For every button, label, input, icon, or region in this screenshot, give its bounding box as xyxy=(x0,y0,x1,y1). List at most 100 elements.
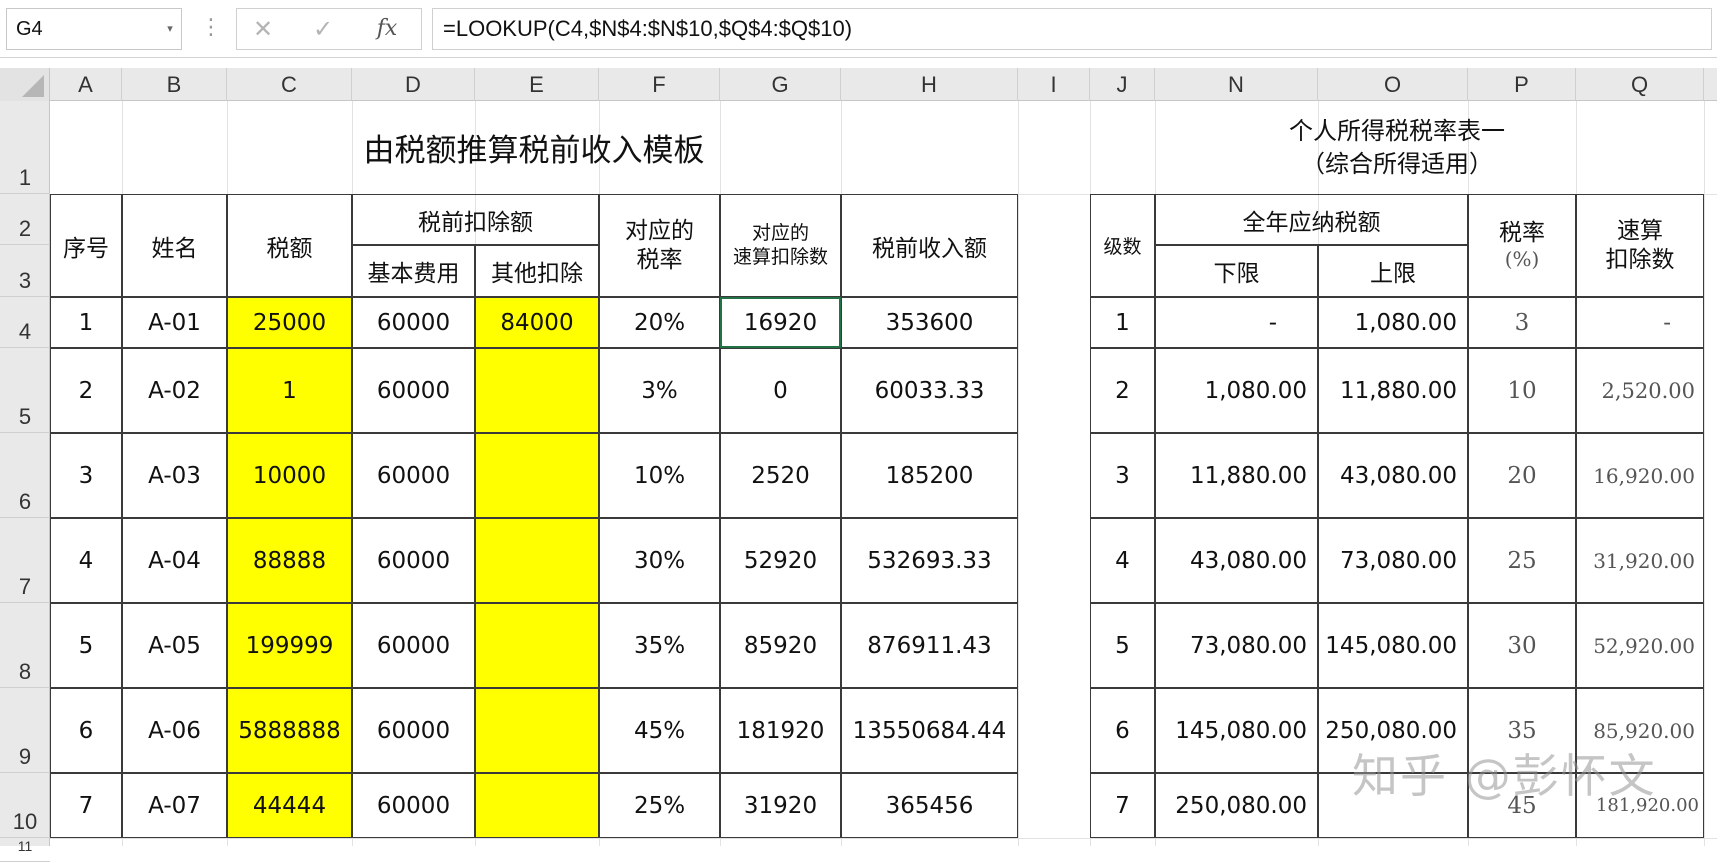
cell-income[interactable]: 60033.33 xyxy=(841,348,1018,433)
column-header-n[interactable]: N xyxy=(1155,68,1318,101)
cell-rate[interactable]: 3 xyxy=(1468,297,1576,348)
cell-lower[interactable]: 73,080.00 xyxy=(1155,603,1318,688)
column-header-f[interactable]: F xyxy=(599,68,720,101)
cell-level[interactable]: 1 xyxy=(1090,297,1155,348)
cell-lower[interactable]: 43,080.00 xyxy=(1155,518,1318,603)
cell-quick[interactable]: 85920 xyxy=(720,603,841,688)
cell-rate[interactable]: 25 xyxy=(1468,518,1576,603)
row-header-2[interactable]: 2 xyxy=(0,194,50,245)
cell-level[interactable]: 5 xyxy=(1090,603,1155,688)
column-header-e[interactable]: E xyxy=(475,68,599,101)
cell-level[interactable]: 4 xyxy=(1090,518,1155,603)
cell-name[interactable]: A-04 xyxy=(122,518,227,603)
cell-quick[interactable]: 31,920.00 xyxy=(1576,518,1704,603)
cell-rate[interactable]: 10% xyxy=(599,433,720,518)
cell-quick[interactable]: 52,920.00 xyxy=(1576,603,1704,688)
name-box-dropdown-icon[interactable]: ▾ xyxy=(160,8,180,50)
cell-seq[interactable]: 4 xyxy=(50,518,122,603)
row-header-6[interactable]: 6 xyxy=(0,433,50,518)
cell-rate[interactable]: 30% xyxy=(599,518,720,603)
cell-rate[interactable]: 45% xyxy=(599,688,720,773)
row-header-11[interactable]: 11 xyxy=(0,838,50,862)
column-header-o[interactable]: O xyxy=(1318,68,1468,101)
cell-income[interactable]: 13550684.44 xyxy=(841,688,1018,773)
cell-other[interactable] xyxy=(475,773,599,838)
row-header-10[interactable]: 10 xyxy=(0,773,50,838)
cell-income[interactable]: 185200 xyxy=(841,433,1018,518)
cell-level[interactable]: 7 xyxy=(1090,773,1155,838)
column-header-b[interactable]: B xyxy=(122,68,227,101)
cell-quick[interactable]: 52920 xyxy=(720,518,841,603)
cell-seq[interactable]: 6 xyxy=(50,688,122,773)
cell-level[interactable]: 6 xyxy=(1090,688,1155,773)
cell-lower[interactable]: 250,080.00 xyxy=(1155,773,1318,838)
cell-lower[interactable]: - xyxy=(1155,297,1318,348)
cell-rate[interactable]: 3% xyxy=(599,348,720,433)
cell-rate[interactable]: 25% xyxy=(599,773,720,838)
cell-rate[interactable]: 30 xyxy=(1468,603,1576,688)
name-box[interactable]: G4 xyxy=(6,8,182,50)
cell-seq[interactable]: 5 xyxy=(50,603,122,688)
cell-other[interactable] xyxy=(475,603,599,688)
cell-basic[interactable]: 60000 xyxy=(352,297,475,348)
cell-quick[interactable]: 2520 xyxy=(720,433,841,518)
cell-name[interactable]: A-06 xyxy=(122,688,227,773)
cell-other[interactable]: 84000 xyxy=(475,297,599,348)
cell-other[interactable] xyxy=(475,348,599,433)
cell-tax[interactable]: 88888 xyxy=(227,518,352,603)
cell-tax[interactable]: 10000 xyxy=(227,433,352,518)
cell-basic[interactable]: 60000 xyxy=(352,603,475,688)
cancel-icon[interactable]: ✕ xyxy=(243,9,283,49)
enter-icon[interactable]: ✓ xyxy=(303,9,343,49)
cell-basic[interactable]: 60000 xyxy=(352,518,475,603)
row-header-1[interactable]: 1 xyxy=(0,101,50,194)
cell-tax[interactable]: 25000 xyxy=(227,297,352,348)
cell-upper[interactable]: 73,080.00 xyxy=(1318,518,1468,603)
insert-function-icon[interactable]: fx xyxy=(367,9,407,49)
column-header-c[interactable]: C xyxy=(227,68,352,101)
column-header-i[interactable]: I xyxy=(1018,68,1090,101)
column-header-d[interactable]: D xyxy=(352,68,475,101)
cell-upper[interactable]: 11,880.00 xyxy=(1318,348,1468,433)
cell-basic[interactable]: 60000 xyxy=(352,433,475,518)
row-header-5[interactable]: 5 xyxy=(0,348,50,433)
cell-name[interactable]: A-02 xyxy=(122,348,227,433)
row-header-7[interactable]: 7 xyxy=(0,518,50,603)
formula-bar-resize-handle-icon[interactable]: ⋮ xyxy=(200,8,222,50)
cell-income[interactable]: 532693.33 xyxy=(841,518,1018,603)
cell-lower[interactable]: 1,080.00 xyxy=(1155,348,1318,433)
cell-income[interactable]: 353600 xyxy=(841,297,1018,348)
column-header-p[interactable]: P xyxy=(1468,68,1576,101)
cell-rate[interactable]: 20 xyxy=(1468,433,1576,518)
column-header-h[interactable]: H xyxy=(841,68,1018,101)
cell-tax[interactable]: 1 xyxy=(227,348,352,433)
row-header-9[interactable]: 9 xyxy=(0,688,50,773)
cell-seq[interactable]: 1 xyxy=(50,297,122,348)
cell-rate[interactable]: 10 xyxy=(1468,348,1576,433)
cell-tax[interactable]: 44444 xyxy=(227,773,352,838)
cell-tax[interactable]: 5888888 xyxy=(227,688,352,773)
column-header-g[interactable]: G xyxy=(720,68,841,101)
cell-quick[interactable]: 0 xyxy=(720,348,841,433)
cell-other[interactable] xyxy=(475,518,599,603)
cell-tax[interactable]: 199999 xyxy=(227,603,352,688)
cell-basic[interactable]: 60000 xyxy=(352,688,475,773)
cell-name[interactable]: A-01 xyxy=(122,297,227,348)
cell-lower[interactable]: 11,880.00 xyxy=(1155,433,1318,518)
cell-quick[interactable]: 31920 xyxy=(720,773,841,838)
cell-rate[interactable]: 35% xyxy=(599,603,720,688)
column-header-q[interactable]: Q xyxy=(1576,68,1704,101)
cell-seq[interactable]: 7 xyxy=(50,773,122,838)
row-header-8[interactable]: 8 xyxy=(0,603,50,688)
cell-level[interactable]: 2 xyxy=(1090,348,1155,433)
cell-quick[interactable]: 16,920.00 xyxy=(1576,433,1704,518)
column-header-j[interactable]: J xyxy=(1090,68,1155,101)
cell-upper[interactable]: 145,080.00 xyxy=(1318,603,1468,688)
cell-seq[interactable]: 2 xyxy=(50,348,122,433)
cell-name[interactable]: A-05 xyxy=(122,603,227,688)
cell-name[interactable]: A-07 xyxy=(122,773,227,838)
cell-income[interactable]: 365456 xyxy=(841,773,1018,838)
cell-income[interactable]: 876911.43 xyxy=(841,603,1018,688)
cell-upper[interactable]: 1,080.00 xyxy=(1318,297,1468,348)
cell-other[interactable] xyxy=(475,433,599,518)
